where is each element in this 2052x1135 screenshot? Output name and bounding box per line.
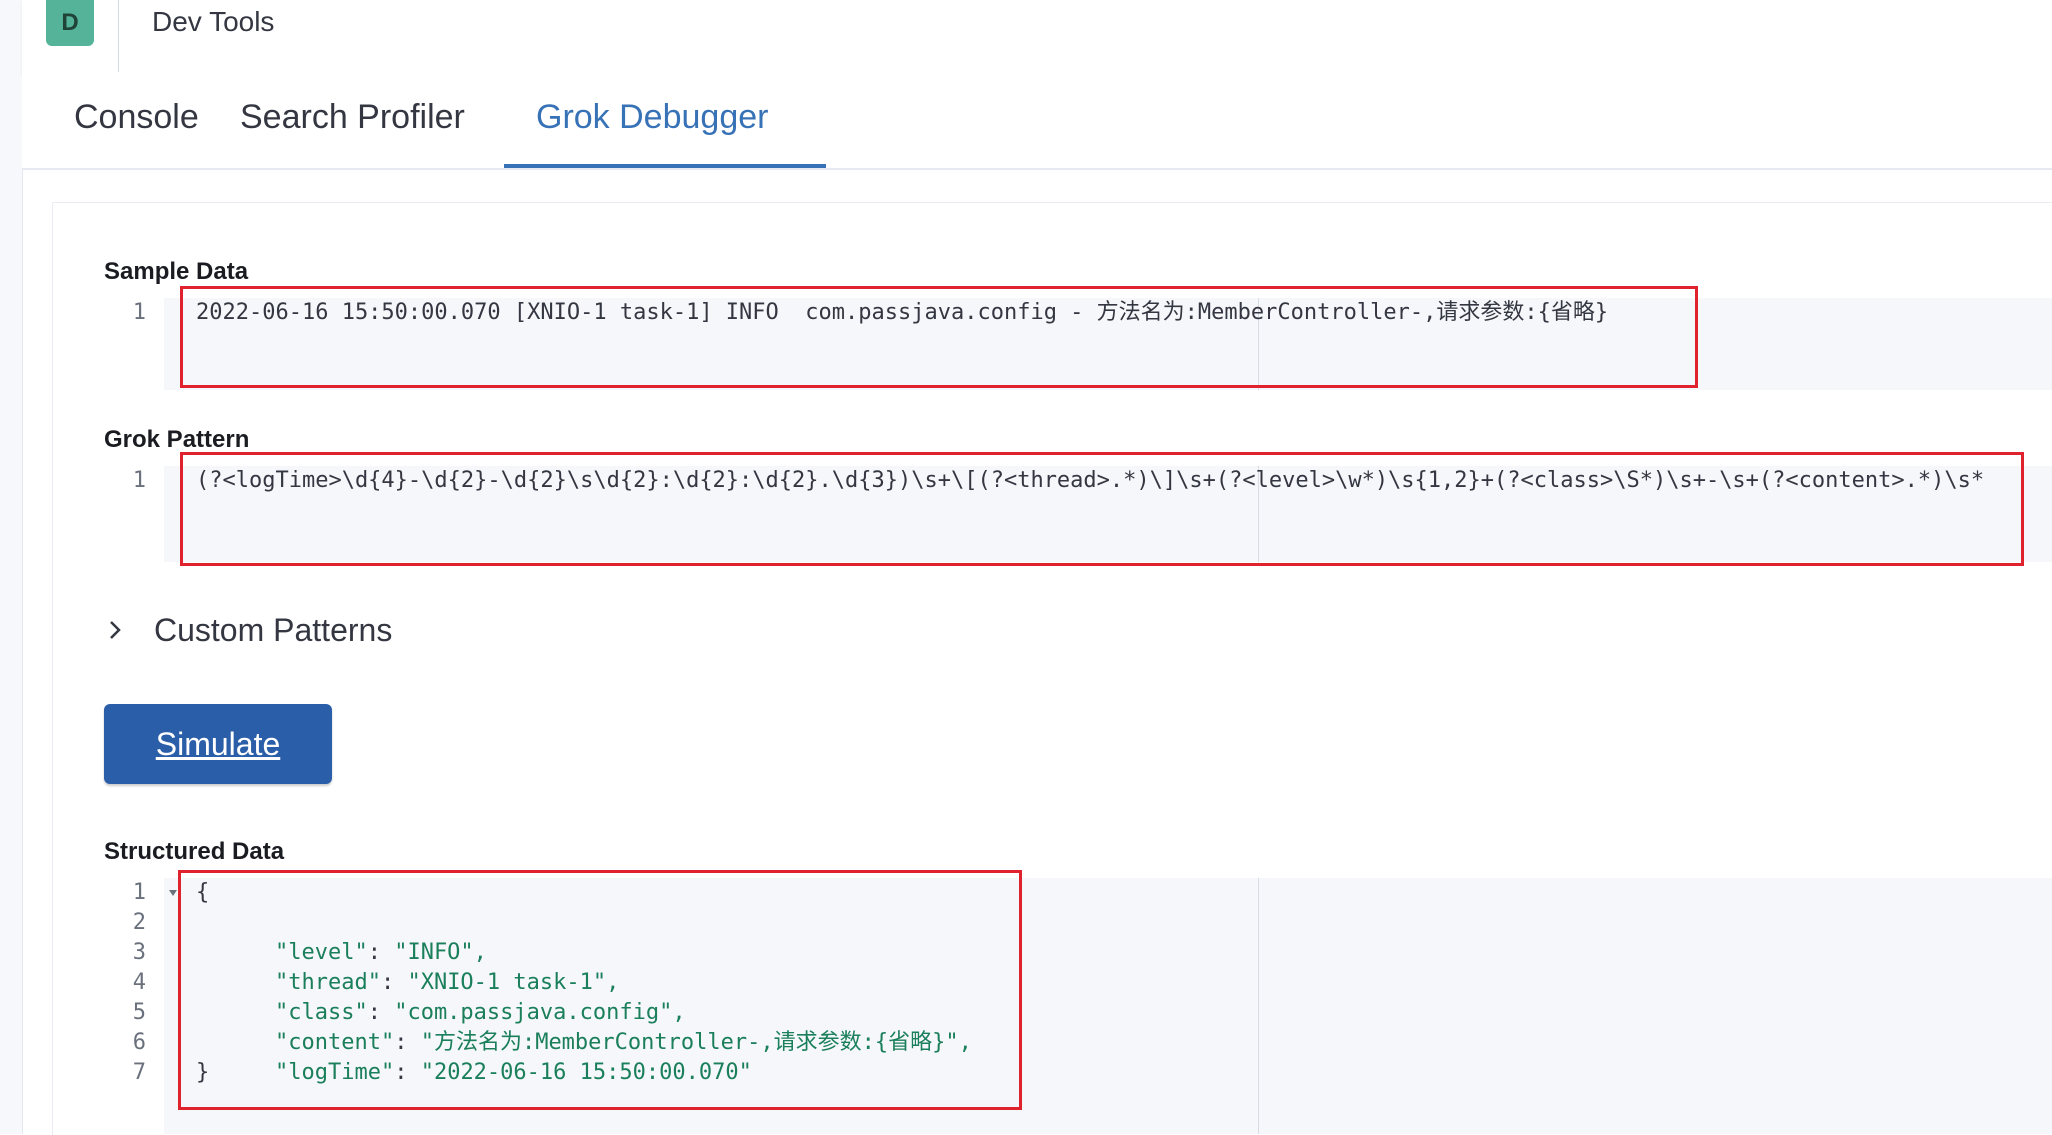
app-title: Dev Tools <box>152 6 275 37</box>
structured-data-label: Structured Data <box>104 838 285 865</box>
highlight-box-sample-data <box>180 286 1698 388</box>
line-number: 1 <box>132 880 146 905</box>
chevron-right-icon <box>110 621 121 639</box>
left-nav-strip <box>0 0 23 1134</box>
grok-pattern-gutter: 1 <box>104 466 164 562</box>
app-header: D Dev Tools <box>22 0 2052 75</box>
line-number: 7 <box>132 1060 146 1085</box>
custom-patterns-toggle[interactable]: Custom Patterns <box>104 606 392 654</box>
header-divider <box>118 0 119 72</box>
simulate-button[interactable]: Simulate <box>104 704 332 784</box>
active-tab-indicator <box>504 164 826 168</box>
print-margin <box>1258 878 1259 1134</box>
highlight-box-grok-pattern <box>180 452 2024 566</box>
tab-search-profiler[interactable]: Search Profiler <box>208 98 497 166</box>
line-number: 5 <box>132 1000 146 1025</box>
app-logo-badge[interactable]: D <box>46 0 94 46</box>
sample-data-label: Sample Data <box>104 258 249 285</box>
line-number: 1 <box>132 468 146 493</box>
fold-arrow-icon[interactable] <box>168 888 178 898</box>
line-number: 2 <box>132 910 146 935</box>
simulate-button-label: Simulate <box>155 725 281 762</box>
line-number: 3 <box>132 940 146 965</box>
tab-bar: Console Search Profiler Grok Debugger <box>22 74 2052 170</box>
tab-grok-debugger[interactable]: Grok Debugger <box>504 98 800 166</box>
sample-data-gutter: 1 <box>104 298 164 390</box>
line-number: 6 <box>132 1030 146 1055</box>
highlight-box-structured-data <box>178 870 1022 1110</box>
line-number: 4 <box>132 970 146 995</box>
grok-pattern-label: Grok Pattern <box>104 426 250 453</box>
custom-patterns-label: Custom Patterns <box>154 611 393 648</box>
structured-data-gutter: 1 2 3 4 5 6 7 <box>104 878 164 1134</box>
tab-console[interactable]: Console <box>42 98 231 166</box>
line-number: 1 <box>132 300 146 325</box>
